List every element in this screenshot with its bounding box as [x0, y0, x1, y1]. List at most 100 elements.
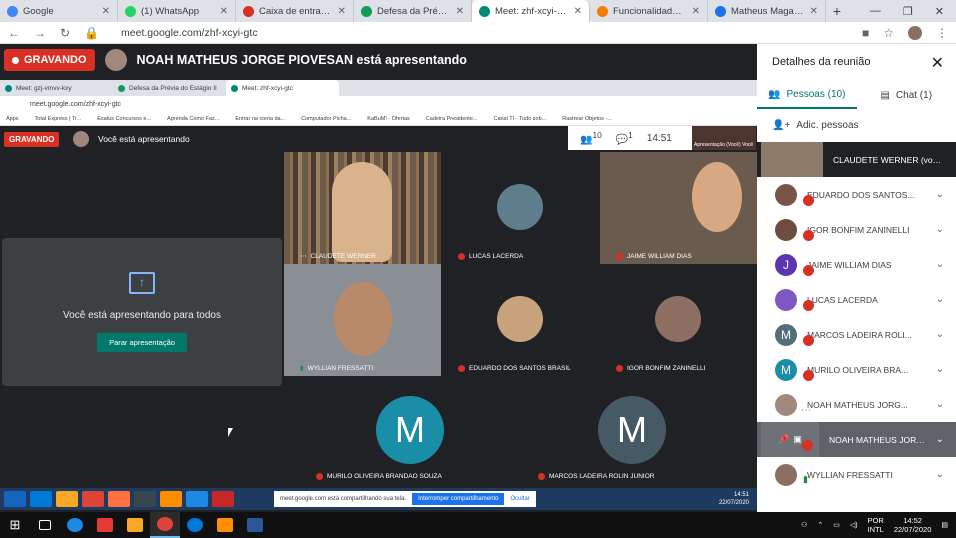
chevron-down-icon[interactable]: ⌄ — [936, 224, 944, 235]
minimize-icon[interactable]: — — [870, 5, 881, 18]
tile-name: LUCAS LACERDA — [469, 253, 524, 260]
folder-icon — [56, 491, 78, 507]
notifications-icon[interactable]: ▤ — [941, 521, 948, 529]
chrome-icon[interactable] — [150, 512, 180, 538]
participant-row[interactable]: M MARCOS LADEIRA ROLI... ⌄ — [757, 317, 956, 352]
tab-meet[interactable]: Meet: zhf-xcyi-gtc ✕ — [472, 0, 590, 22]
chevron-down-icon[interactable]: ⌄ — [936, 259, 944, 270]
app-icon[interactable] — [210, 512, 240, 538]
bookmark: Rastrear Objetos -... — [562, 115, 612, 122]
participant-row[interactable]: IGOR BONFIM ZANINELLI ⌄ — [757, 212, 956, 247]
participant-name: LUCAS LACERDA — [807, 294, 878, 305]
language-indicator[interactable]: POR INTL — [868, 516, 884, 534]
participant-row[interactable]: ▮ WYLLIAN FRESSATTI ⌄ — [757, 457, 956, 492]
close-window-icon[interactable]: ✕ — [935, 5, 944, 18]
menu-icon[interactable]: ⋮ — [936, 26, 948, 40]
new-tab-button[interactable]: + — [826, 3, 848, 19]
participant-row[interactable]: LUCAS LACERDA ⌄ — [757, 282, 956, 317]
pin-icon[interactable]: 📌 — [778, 434, 789, 445]
task-view-icon[interactable] — [30, 512, 60, 538]
participant-row[interactable]: CLAUDETE WERNER (você) — [757, 142, 956, 177]
inner-meeting-controls: 👥10 💬1 14:51 Apresentação (Você) Você — [568, 126, 756, 150]
tab-linkedin[interactable]: Matheus Magalhães | L...✕ — [708, 0, 826, 22]
close-icon[interactable]: ✕ — [102, 6, 110, 17]
mic-off-icon — [803, 370, 814, 381]
close-icon[interactable]: ✕ — [220, 6, 228, 17]
people-icon[interactable]: ⚇ — [801, 521, 807, 529]
word-icon[interactable] — [240, 512, 270, 538]
close-icon[interactable]: ✕ — [574, 6, 582, 17]
forward-icon[interactable]: → — [34, 26, 46, 40]
start-icon[interactable]: ⊞ — [0, 517, 30, 533]
app-icon[interactable] — [90, 512, 120, 538]
presenting-card: ↑ Você está apresentando para todos Para… — [2, 238, 282, 386]
firefox-icon — [108, 491, 130, 507]
participant-thumbnail: 📌 ▣ — [761, 422, 819, 457]
linkedin-icon — [715, 5, 726, 17]
network-icon[interactable]: ▭ — [833, 521, 840, 529]
participant-list: CLAUDETE WERNER (você) EDUARDO DOS SANTO… — [757, 142, 956, 492]
hide-button: Ocultar — [510, 496, 530, 502]
participant-row[interactable]: M MURILO OLIVEIRA BRA... ⌄ — [757, 352, 956, 387]
video-tile: ▮ WYLLIAN FRESSATTI — [284, 264, 441, 376]
tab-google[interactable]: Google ✕ — [0, 0, 118, 22]
tab-chat[interactable]: ▤ Chat (1) — [857, 82, 956, 109]
reload-icon[interactable]: ↻ — [60, 26, 70, 40]
chevron-down-icon[interactable]: ⌄ — [936, 329, 944, 340]
meet-icon — [231, 84, 238, 92]
whatsapp-icon — [125, 5, 136, 17]
chevron-down-icon[interactable]: ⌄ — [936, 364, 944, 375]
inner-self-view: Apresentação (Você) Você — [692, 126, 756, 150]
clock[interactable]: 14:52 22/07/2020 — [894, 516, 932, 534]
edge-icon[interactable] — [180, 512, 210, 538]
close-icon[interactable]: ✕ — [810, 6, 818, 17]
url-field[interactable]: meet.google.com/zhf-xcyi-gtc — [121, 27, 258, 39]
chevron-down-icon[interactable]: ⌄ — [936, 189, 944, 200]
panel-title: Detalhes da reunião — [772, 56, 871, 68]
participant-video — [332, 162, 392, 262]
chevron-up-icon[interactable]: ⌃ — [817, 521, 823, 529]
participant-row[interactable]: J JAIME WILLIAM DIAS ⌄ — [757, 247, 956, 282]
participant-avatar — [775, 218, 797, 241]
participant-avatar — [775, 393, 797, 416]
participant-initial-avatar: M — [376, 396, 444, 464]
tab-people[interactable]: 👥 Pessoas (10) — [757, 82, 857, 109]
chevron-down-icon[interactable]: ⌄ — [936, 399, 944, 410]
maximize-icon[interactable]: ❐ — [903, 5, 913, 18]
chevron-down-icon[interactable]: ⌄ — [936, 294, 944, 305]
participant-video — [692, 162, 742, 232]
participant-row[interactable]: 📌 ▣ NOAH MATHEUS JORG... ⌄ — [757, 422, 956, 457]
close-icon[interactable]: ✕ — [338, 6, 346, 17]
volume-icon[interactable]: ◁) — [850, 521, 858, 529]
tab-defesa[interactable]: Defesa da Prévia do E...✕ — [354, 0, 472, 22]
participant-row[interactable]: EDUARDO DOS SANTOS... ⌄ — [757, 177, 956, 212]
mic-off-icon — [803, 195, 814, 206]
tile-name: EDUARDO DOS SANTOS BRASIL — [469, 365, 571, 372]
tab-gmail[interactable]: Caixa de entrada (17.5...✕ — [236, 0, 354, 22]
tab-funcionalidades[interactable]: Funcionalidades - Gra...✕ — [590, 0, 708, 22]
participant-avatar — [775, 183, 797, 206]
close-panel-icon[interactable]: ✕ — [931, 53, 944, 73]
video-tile: IGOR BONFIM ZANINELLI — [600, 264, 757, 376]
inner-presenting-text: Você está apresentando — [98, 134, 190, 144]
video-tile: M MURILO OLIVEIRA BRANDAO SOUZA — [300, 376, 521, 484]
record-dot-icon — [12, 56, 19, 64]
participant-row[interactable]: ⋯ NOAH MATHEUS JORG... ⌄ — [757, 387, 956, 422]
ie-icon[interactable] — [60, 512, 90, 538]
tile-name: WYLLIAN FRESSATTI — [307, 364, 374, 372]
close-icon[interactable]: ✕ — [456, 6, 464, 17]
present-screen-icon: ↑ — [129, 272, 155, 294]
participant-name: CLAUDETE WERNER (você) — [833, 154, 944, 165]
participant-name: IGOR BONFIM ZANINELLI — [807, 224, 910, 235]
back-icon[interactable]: ← — [8, 26, 20, 40]
tab-whatsapp[interactable]: (1) WhatsApp ✕ — [118, 0, 236, 22]
add-people-button[interactable]: 👤+ Adic. pessoas — [772, 120, 859, 131]
star-icon[interactable]: ☆ — [883, 26, 894, 40]
chevron-down-icon[interactable]: ⌄ — [936, 469, 944, 480]
profile-avatar[interactable] — [908, 25, 922, 40]
camera-icon[interactable]: ■ — [862, 26, 869, 40]
chevron-down-icon[interactable]: ⌄ — [936, 434, 944, 445]
close-icon[interactable]: ✕ — [692, 6, 700, 17]
chat-icon: 💬1 — [615, 130, 633, 146]
folder-icon[interactable] — [120, 512, 150, 538]
